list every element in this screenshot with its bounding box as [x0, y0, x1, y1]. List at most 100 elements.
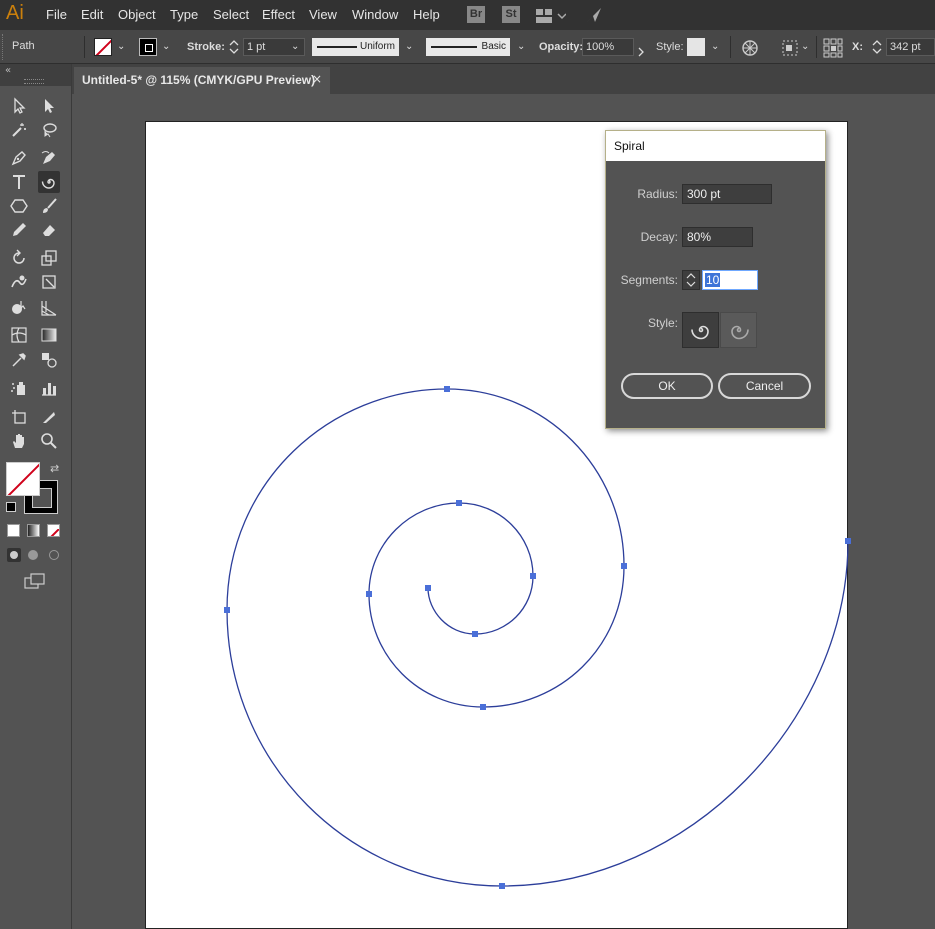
segments-stepper[interactable] — [682, 270, 700, 290]
type-tool[interactable] — [8, 171, 30, 193]
tools-panel-header[interactable]: « — [0, 64, 71, 86]
perspective-grid-tool[interactable] — [38, 297, 60, 319]
gradient-tool[interactable] — [38, 324, 60, 346]
perspective-grid-icon — [41, 301, 57, 316]
free-transform-tool[interactable] — [38, 271, 60, 293]
paintbrush-icon — [43, 198, 57, 213]
swap-fill-stroke-icon[interactable]: ⇄ — [50, 462, 59, 475]
recolor-artwork-icon[interactable] — [741, 39, 759, 61]
draw-normal-icon[interactable] — [7, 548, 21, 562]
default-fill-stroke-icon[interactable] — [6, 502, 16, 512]
bridge-icon[interactable]: Br — [467, 6, 485, 23]
opacity-input[interactable]: 100% — [582, 38, 634, 56]
shape-builder-icon — [12, 301, 26, 314]
shape-builder-tool[interactable] — [8, 297, 30, 319]
screen-mode-icon[interactable] — [24, 573, 46, 593]
selection-tool[interactable] — [8, 95, 30, 117]
pencil-icon — [13, 223, 26, 236]
control-bar-grip[interactable] — [2, 34, 6, 60]
segments-label: Segments: — [620, 273, 678, 287]
shape-tool[interactable] — [8, 195, 30, 217]
lasso-tool[interactable] — [38, 119, 60, 141]
draw-inside-icon[interactable] — [49, 550, 59, 560]
opacity-label[interactable]: Opacity: — [539, 41, 583, 53]
eraser-tool[interactable] — [38, 219, 60, 241]
radius-input[interactable]: 300 pt — [682, 184, 772, 204]
magic-wand-tool[interactable] — [8, 119, 30, 141]
hand-icon — [13, 434, 24, 448]
send-feedback-icon[interactable] — [585, 6, 603, 28]
none-mode-icon[interactable] — [47, 524, 60, 537]
stroke-weight-stepper-icon[interactable] — [228, 38, 240, 60]
stroke-label[interactable]: Stroke: — [187, 41, 225, 53]
opacity-arrow-icon[interactable] — [637, 42, 645, 61]
column-graph-tool[interactable] — [38, 377, 60, 399]
paintbrush-tool[interactable] — [38, 195, 60, 217]
fill-swatch[interactable] — [94, 38, 112, 56]
menu-select[interactable]: Select — [213, 7, 249, 22]
graphic-style-dropdown-icon[interactable]: ⌄ — [711, 41, 719, 52]
brush-definition[interactable]: Basic — [426, 38, 510, 56]
pen-tool[interactable] — [8, 147, 30, 169]
ok-button[interactable]: OK — [621, 373, 713, 399]
x-stepper-icon[interactable] — [871, 38, 883, 60]
dialog-title-bar[interactable]: Spiral — [606, 131, 825, 161]
workspace-switcher-icon[interactable] — [536, 8, 567, 27]
document-tab[interactable]: Untitled-5* @ 115% (CMYK/GPU Preview) × — [74, 67, 330, 94]
color-mode-icon[interactable] — [7, 524, 20, 537]
hand-tool[interactable] — [8, 430, 30, 452]
align-dropdown-icon[interactable]: ⌄ — [801, 41, 809, 52]
rotate-tool[interactable] — [8, 247, 30, 269]
stroke-dropdown-icon[interactable]: ⌄ — [162, 41, 170, 52]
rotate-icon — [13, 249, 25, 264]
menu-view[interactable]: View — [309, 7, 337, 22]
symbol-sprayer-tool[interactable] — [8, 377, 30, 399]
menu-object[interactable]: Object — [118, 7, 156, 22]
menu-edit[interactable]: Edit — [81, 7, 103, 22]
brush-dropdown-icon[interactable]: ⌄ — [517, 41, 525, 52]
warp-tool[interactable] — [8, 271, 30, 293]
close-tab-icon[interactable]: × — [312, 72, 322, 86]
align-to-selection-icon[interactable] — [781, 39, 799, 61]
magic-wand-icon — [12, 123, 26, 137]
stroke-weight-dropdown-icon[interactable]: ⌄ — [291, 41, 299, 52]
pen-icon — [11, 151, 26, 166]
stroke-swatch[interactable] — [139, 38, 157, 56]
menu-file[interactable]: File — [46, 7, 67, 22]
eyedropper-tool[interactable] — [8, 349, 30, 371]
reference-point-icon[interactable] — [823, 38, 843, 62]
mesh-tool[interactable] — [8, 324, 30, 346]
profile-dropdown-icon[interactable]: ⌄ — [405, 41, 413, 52]
cancel-button[interactable]: Cancel — [718, 373, 811, 399]
fill-dropdown-icon[interactable]: ⌄ — [117, 41, 125, 52]
free-transform-icon — [42, 275, 56, 289]
graphic-style-swatch[interactable] — [687, 38, 705, 56]
stock-icon[interactable]: St — [502, 6, 520, 23]
curvature-tool[interactable] — [38, 147, 60, 169]
spiral-tool[interactable] — [38, 171, 60, 193]
artboard-tool[interactable] — [8, 406, 30, 428]
eraser-icon — [43, 225, 55, 236]
menu-help[interactable]: Help — [413, 7, 440, 22]
style-counterclockwise-button[interactable] — [682, 312, 719, 348]
menu-type[interactable]: Type — [170, 7, 198, 22]
style-clockwise-button[interactable] — [720, 312, 757, 348]
fill-color-box[interactable] — [6, 462, 40, 496]
pencil-tool[interactable] — [8, 219, 30, 241]
color-mode-row — [7, 524, 67, 538]
decay-input[interactable]: 80% — [682, 227, 753, 247]
gradient-mode-icon[interactable] — [27, 524, 40, 537]
blend-tool[interactable] — [38, 349, 60, 371]
segments-input[interactable]: 10 — [702, 270, 758, 290]
slice-tool[interactable] — [38, 406, 60, 428]
zoom-tool[interactable] — [38, 430, 60, 452]
collapse-panel-icon[interactable]: « — [5, 65, 11, 76]
direct-selection-tool[interactable] — [38, 95, 60, 117]
menu-effect[interactable]: Effect — [262, 7, 295, 22]
draw-behind-icon[interactable] — [28, 550, 38, 560]
menu-window[interactable]: Window — [352, 7, 398, 22]
gradient-icon — [41, 328, 57, 342]
scale-tool[interactable] — [38, 247, 60, 269]
variable-width-profile[interactable]: Uniform — [312, 38, 399, 56]
x-position-input[interactable]: 342 pt — [886, 38, 935, 56]
